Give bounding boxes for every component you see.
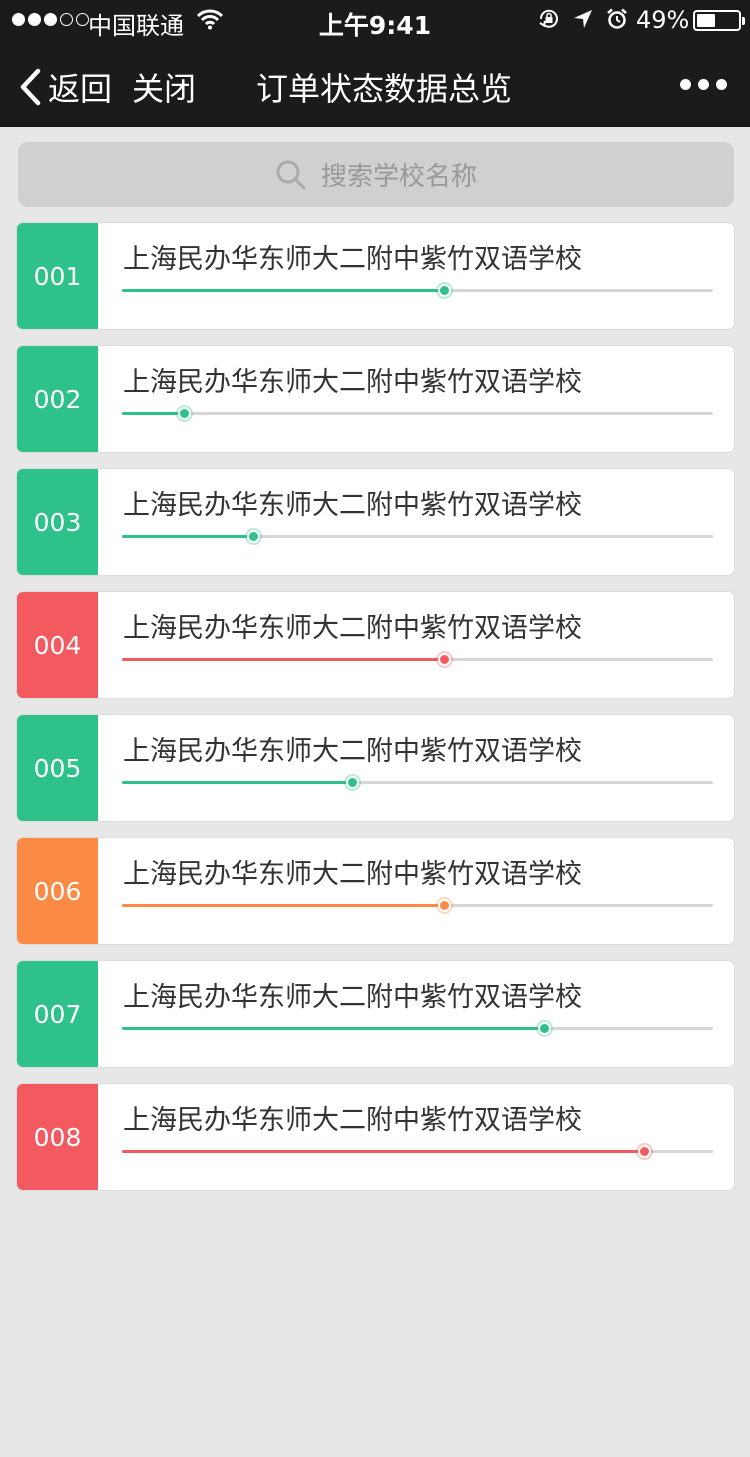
order-card[interactable]: 008 上海民办华东师大二附中紫竹双语学校校服出库: [16, 1083, 735, 1191]
order-card[interactable]: 002 上海民办华东师大二附中紫竹双语学校收集尺码: [16, 345, 735, 453]
back-label: 返回: [48, 70, 113, 108]
school-name: 上海民办华东师大二附中紫竹双语学校: [123, 736, 582, 767]
order-list: 001上海民办华东师大二附中紫竹双语学校校服入库002上海民办华东师大二附中紫竹…: [16, 222, 735, 1206]
progress-marker: [438, 653, 452, 666]
navigation-bar: 返回 关闭 订单状态数据总览: [0, 40, 750, 127]
progress-fill: [122, 658, 445, 661]
school-name: 上海民办华东师大二附中紫竹双语学校: [123, 490, 582, 521]
school-name: 上海民办华东师大二附中紫竹双语学校: [123, 613, 582, 644]
school-name: 上海民办华东师大二附中紫竹双语学校: [123, 367, 582, 398]
school-name: 上海民办华东师大二附中紫竹双语学校: [123, 859, 582, 890]
order-number-badge: 008: [17, 1084, 98, 1190]
page-title: 订单状态数据总览: [256, 70, 513, 108]
progress-track: 收集尺码: [122, 407, 713, 420]
status-bar: 中国联通 上午9:41 49%: [0, 0, 750, 40]
school-name: 上海民办华东师大二附中紫竹双语学校: [123, 982, 582, 1013]
order-number-badge: 005: [17, 715, 98, 821]
back-button[interactable]: 返回: [18, 64, 112, 110]
progress-fill: [122, 781, 352, 784]
progress-track: 校服入库: [122, 653, 713, 666]
school-name: 上海民办华东师大二附中紫竹双语学校: [123, 1105, 582, 1136]
progress-fill: [122, 904, 445, 907]
progress-fill: [122, 412, 185, 415]
progress-fill: [122, 1150, 644, 1153]
progress-track: 缝合量产: [122, 776, 713, 789]
progress-track: 面料备货: [122, 530, 713, 543]
order-number-badge: 007: [17, 961, 98, 1067]
search-input[interactable]: 搜索学校名称: [18, 142, 734, 207]
battery-percent: 49%: [636, 6, 690, 34]
progress-marker: [438, 899, 452, 912]
location-icon: [574, 10, 592, 28]
progress-marker: [345, 776, 359, 789]
progress-marker: [537, 1022, 551, 1035]
progress-track: 校服入库: [122, 284, 713, 297]
rotation-lock-icon: [539, 9, 558, 28]
top-bar: 中国联通 上午9:41 49% 返回 关闭 订单状态数据总览: [0, 0, 750, 127]
order-card[interactable]: 006 上海民办华东师大二附中紫竹双语学校校服入库: [16, 837, 735, 945]
progress-track: 校服出库: [122, 1145, 713, 1158]
battery-icon: [693, 10, 745, 31]
progress-fill: [122, 1027, 544, 1030]
more-dots-icon: [680, 79, 691, 90]
order-card[interactable]: 003 上海民办华东师大二附中紫竹双语学校面料备货: [16, 468, 735, 576]
order-number-badge: 001: [17, 223, 98, 329]
progress-marker: [438, 284, 452, 297]
order-card[interactable]: 005 上海民办华东师大二附中紫竹双语学校缝合量产: [16, 714, 735, 822]
progress-track: 校服入库: [122, 899, 713, 912]
search-placeholder: 搜索学校名称: [320, 162, 477, 192]
progress-marker: [178, 407, 192, 420]
progress-marker: [247, 530, 261, 543]
order-number-badge: 002: [17, 346, 98, 452]
order-card[interactable]: 007 上海民办华东师大二附中紫竹双语学校分拣包装: [16, 960, 735, 1068]
search-icon: [276, 160, 306, 189]
progress-fill: [122, 289, 445, 292]
order-number-badge: 003: [17, 469, 98, 575]
order-number-badge: 004: [17, 592, 98, 698]
close-button[interactable]: 关闭: [132, 64, 196, 110]
progress-fill: [122, 535, 254, 538]
alarm-icon: [607, 8, 627, 29]
order-card[interactable]: 001 上海民办华东师大二附中紫竹双语学校校服入库: [16, 222, 735, 330]
more-options-button[interactable]: [680, 79, 727, 90]
chevron-left-icon: [20, 68, 41, 106]
battery-level: [697, 14, 715, 27]
order-number-badge: 006: [17, 838, 98, 944]
order-card[interactable]: 004 上海民办华东师大二附中紫竹双语学校校服入库: [16, 591, 735, 699]
progress-track: 分拣包装: [122, 1022, 713, 1035]
progress-marker: [637, 1145, 651, 1158]
school-name: 上海民办华东师大二附中紫竹双语学校: [123, 244, 582, 275]
